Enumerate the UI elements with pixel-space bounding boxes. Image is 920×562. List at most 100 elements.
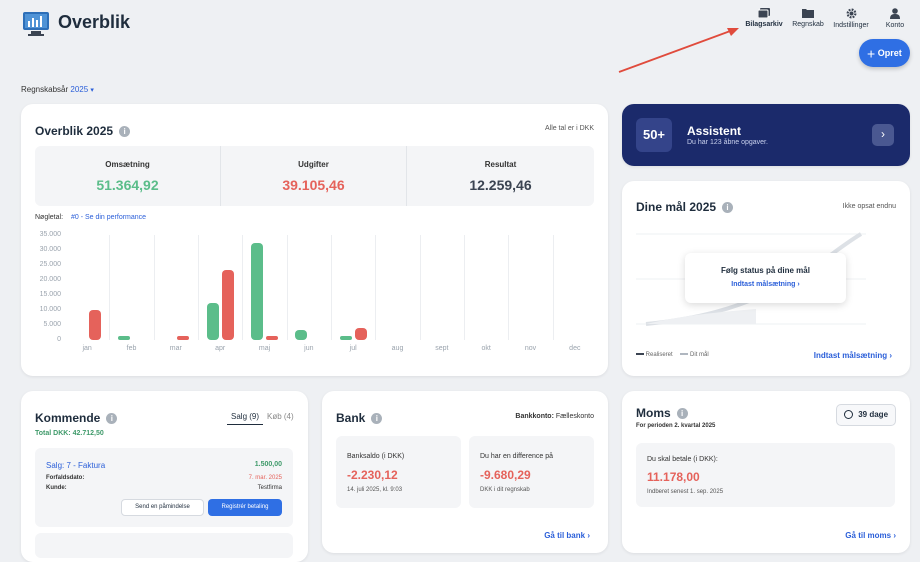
chart-bar[interactable] (88, 310, 101, 340)
kpi-expenses-value: 39.105,46 (282, 177, 345, 193)
goals-legend: Realiseret Dit mål (636, 352, 709, 358)
legend-realized: Realiseret (645, 352, 673, 358)
gridline (198, 235, 199, 340)
send-reminder-button[interactable]: Send en påmindelse (121, 499, 204, 516)
nav-archive-label: Bilagsarkiv (745, 21, 783, 28)
customer-value: Testfirma (257, 485, 282, 491)
vat-card: Moms i For perioden 2. kvartal 2025 39 da… (622, 391, 910, 553)
goals-overlay-link[interactable]: Indtast målsætning › (685, 281, 846, 288)
folder-icon (802, 9, 814, 18)
nav-settings-button[interactable]: Indstillinger (828, 8, 874, 29)
bank-account-label: Bankkonto: (515, 413, 554, 420)
info-icon[interactable]: i (722, 202, 734, 214)
y-tick-label: 30.000 (39, 246, 61, 253)
chart-bar[interactable] (206, 302, 219, 340)
user-icon (890, 8, 900, 19)
goals-overlay-title: Følg status på dine mål (721, 266, 810, 275)
goals-title: Dine mål 2025 (636, 200, 717, 214)
vat-title-row: Moms i (636, 406, 688, 420)
kpi-revenue-label: Omsætning (105, 160, 150, 169)
year-selector-label: Regnskabsår (21, 85, 69, 94)
year-selector[interactable]: Regnskabsår 2025 ▾ (21, 85, 94, 94)
y-tick-label: 15.000 (39, 291, 61, 298)
y-tick-label: 5.000 (43, 321, 61, 328)
gridline (419, 235, 421, 340)
upcoming-item-title[interactable]: Salg: 7 - Faktura (46, 461, 105, 470)
chart-bar[interactable] (266, 335, 278, 340)
x-tick-label: mar (169, 345, 182, 352)
x-tick-label: jan (82, 345, 92, 352)
customer-label: Kunde: (46, 485, 67, 491)
bank-card: Bank i Bankkonto: Fælleskonto Banksaldo (… (322, 391, 608, 553)
chart-bar[interactable] (221, 269, 234, 340)
bank-diff-box: Du har en difference på -9.680,29 DKK i … (469, 436, 594, 508)
x-tick-label: sept (435, 345, 449, 352)
kpi-box: Omsætning 51.364,92 Udgifter 39.105,46 R… (35, 146, 594, 206)
vat-title: Moms (636, 406, 671, 420)
x-tick-label: jun (304, 345, 314, 352)
gear-icon (846, 8, 856, 19)
nav-accounting-label: Regnskab (792, 21, 824, 28)
info-icon[interactable]: i (371, 413, 383, 425)
overview-card: Overblik 2025 i Alle tal er i DKK Omsætni… (21, 104, 608, 376)
chart-bar[interactable] (295, 329, 308, 340)
x-tick-label: dec (569, 345, 581, 352)
nav-account-button[interactable]: Konto (878, 8, 912, 29)
goals-footer-link[interactable]: Indtast målsætning › (814, 351, 892, 360)
upcoming-title: Kommende (35, 411, 101, 425)
info-icon[interactable]: i (119, 126, 131, 138)
revenue-expense-chart: 35.000 30.000 25.000 20.000 15.000 10.000 5.00… (21, 231, 608, 362)
nav-accounting-button[interactable]: Regnskab (788, 8, 828, 28)
nav-account-label: Konto (885, 22, 905, 29)
goals-card: Dine mål 2025 i Ikke opsat endnu Følg sta… (622, 181, 910, 376)
vat-link[interactable]: Gå til moms › (845, 531, 896, 540)
y-tick-label: 35.000 (39, 231, 61, 238)
gridline (552, 235, 554, 340)
gridline (109, 235, 111, 340)
chart-bar[interactable] (339, 335, 352, 340)
tab-purchase[interactable]: Køb (4) (265, 412, 296, 424)
bank-account-name: Fælleskonto (555, 413, 594, 420)
assistant-arrow-button[interactable]: › (872, 124, 894, 146)
upcoming-title-row: Kommende i (35, 411, 118, 425)
vat-pay-label: Du skal betale (i DKK): (647, 456, 718, 463)
upcoming-total-label: Total DKK: (35, 430, 71, 437)
goals-footer-link-label: Indtast målsætning (813, 351, 888, 360)
create-button[interactable]: + Opret (859, 39, 910, 67)
register-payment-button[interactable]: Registrér betaling (208, 499, 282, 516)
gridline (464, 235, 465, 340)
annotation-arrow (618, 28, 739, 73)
gridline (153, 235, 155, 340)
bank-link[interactable]: Gå til bank › (544, 531, 590, 540)
chart-bar[interactable] (118, 335, 130, 340)
upcoming-item-next (35, 533, 293, 558)
assistant-card[interactable]: 50+ Assistent Du har 123 åbne opgaver. › (622, 104, 910, 166)
bank-balance-date: 14. juli 2025, kl. 9:03 (347, 487, 403, 493)
legend-goal-swatch (680, 353, 689, 356)
goals-title-row: Dine mål 2025 i (636, 200, 734, 214)
chart-bar[interactable] (177, 335, 190, 340)
bank-diff-note: DKK i dit regnskab (480, 487, 530, 493)
chevron-right-icon: › (889, 351, 892, 360)
x-tick-label: feb (126, 345, 137, 352)
vat-days: 39 dage (858, 410, 889, 419)
chart-bar[interactable] (251, 242, 263, 340)
bank-diff-label: Du har en difference på (480, 453, 554, 460)
vat-deadline: Indberet senest 1. sep. 2025 (647, 489, 724, 495)
info-icon[interactable]: i (106, 413, 118, 425)
archive-icon (758, 8, 770, 18)
tab-sales[interactable]: Salg (9) (227, 412, 264, 425)
x-tick-label: nov (524, 345, 537, 352)
upcoming-card: Kommende i Salg (9) Køb (4) Total DKK: 42… (21, 391, 308, 562)
keynumber-link[interactable]: #0 - Se din performance (71, 214, 146, 221)
assistant-title: Assistent (687, 124, 742, 138)
bank-diff-value: -9.680,29 (480, 468, 531, 482)
gridline (508, 235, 510, 340)
chevron-right-icon: › (881, 127, 885, 141)
clock-icon (843, 410, 853, 420)
bank-balance-box: Banksaldo (i DKK) -2.230,12 14. juli 202… (336, 436, 461, 508)
x-tick-label: apr (215, 345, 226, 352)
chart-bar[interactable] (354, 328, 367, 340)
info-icon[interactable]: i (676, 408, 688, 420)
nav-archive-button[interactable]: Bilagsarkiv (744, 8, 784, 28)
